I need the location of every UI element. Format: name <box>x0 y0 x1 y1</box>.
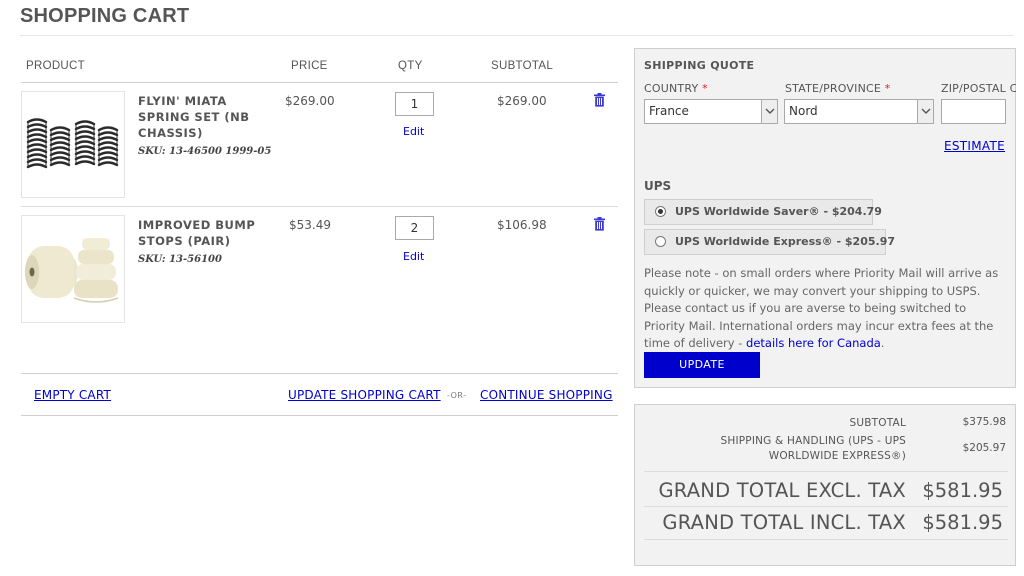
product-name[interactable]: IMPROVED BUMP STOPS (PAIR) <box>138 217 278 249</box>
actions-divider-top <box>21 373 618 374</box>
shipping-handling-label: SHIPPING & HANDLING (UPS - UPS WORLDWIDE… <box>720 435 906 462</box>
product-name[interactable]: FLYIN' MIATA SPRING SET (NB CHASSIS) <box>138 93 278 141</box>
qty-input[interactable] <box>395 92 434 116</box>
shipping-option-saver[interactable]: UPS Worldwide Saver® - $204.79 <box>644 199 882 225</box>
country-selected-value: France <box>649 104 689 118</box>
required-mark: * <box>702 82 708 95</box>
select-caret-icon <box>761 100 777 123</box>
title-divider <box>20 35 1014 36</box>
subtotal-value: $375.98 <box>962 416 1006 428</box>
shipping-option-label: UPS Worldwide Express® - $205.97 <box>675 235 895 248</box>
item-subtotal: $106.98 <box>497 218 547 232</box>
grand-total-incl-label: GRAND TOTAL INCL. TAX <box>662 511 906 534</box>
product-sku: SKU: 13-46500 1999-05 <box>138 146 272 157</box>
shipping-quote-title: SHIPPING QUOTE <box>644 59 755 72</box>
header-price: PRICE <box>291 60 328 72</box>
edit-item-link[interactable]: Edit <box>403 250 424 263</box>
state-selected-value: Nord <box>789 104 818 118</box>
subtotal-label: SUBTOTAL <box>849 417 906 429</box>
header-qty: QTY <box>398 60 423 72</box>
edit-item-link[interactable]: Edit <box>403 125 424 138</box>
zip-input[interactable] <box>941 99 1006 124</box>
select-caret-icon <box>917 100 933 123</box>
totals-divider <box>644 506 1008 507</box>
item-price: $269.00 <box>285 94 335 108</box>
trash-icon[interactable] <box>594 93 605 107</box>
product-image-bump-stops[interactable] <box>21 215 125 323</box>
bump-stops-image <box>25 238 119 303</box>
shipping-option-express[interactable]: UPS Worldwide Express® - $205.97 <box>644 229 895 255</box>
header-product: PRODUCT <box>26 60 85 72</box>
update-cart-button[interactable]: UPDATE SHOPPING CART <box>288 388 441 402</box>
actions-divider-bottom <box>21 415 618 416</box>
product-sku: SKU: 13-56100 <box>138 254 222 265</box>
item-subtotal: $269.00 <box>497 94 547 108</box>
spring-set-image <box>26 118 119 169</box>
product-image-spring-set[interactable] <box>21 91 125 198</box>
shipping-handling-value: $205.97 <box>962 442 1006 454</box>
required-mark: * <box>884 82 891 95</box>
radio-icon[interactable] <box>655 206 666 217</box>
state-select[interactable]: Nord <box>784 99 934 124</box>
estimate-link[interactable]: ESTIMATE <box>944 139 1005 153</box>
totals-divider <box>644 539 1008 540</box>
zip-label: ZIP/POSTAL CODE <box>941 82 1016 95</box>
country-label: COUNTRY * <box>644 82 708 95</box>
carrier-heading: UPS <box>644 179 672 193</box>
qty-input[interactable] <box>395 216 434 240</box>
page-title: SHOPPING CART <box>20 5 190 27</box>
shipping-option-label: UPS Worldwide Saver® - $204.79 <box>675 205 882 218</box>
header-subtotal: SUBTOTAL <box>491 60 554 72</box>
trash-icon[interactable] <box>594 217 605 231</box>
item-price: $53.49 <box>289 218 331 232</box>
zip-label-clip: ZIP/POSTAL CODE <box>941 82 1016 95</box>
canada-details-link[interactable]: details here for Canada <box>746 336 881 350</box>
shipping-note: Please note - on small orders where Prio… <box>644 266 999 350</box>
empty-cart-button[interactable]: EMPTY CART <box>34 388 111 402</box>
state-label: STATE/PROVINCE * <box>785 82 891 95</box>
update-shipping-button[interactable]: UPDATE <box>644 352 760 378</box>
grand-total-incl-value: $581.95 <box>922 511 1003 534</box>
grand-total-excl-label: GRAND TOTAL EXCL. TAX <box>658 479 906 502</box>
radio-icon[interactable] <box>655 236 666 247</box>
totals-divider <box>644 471 1008 472</box>
country-select[interactable]: France <box>644 99 778 124</box>
grand-total-excl-value: $581.95 <box>922 479 1003 502</box>
continue-shopping-button[interactable]: CONTINUE SHOPPING <box>480 388 613 402</box>
or-separator: -OR- <box>447 391 467 400</box>
